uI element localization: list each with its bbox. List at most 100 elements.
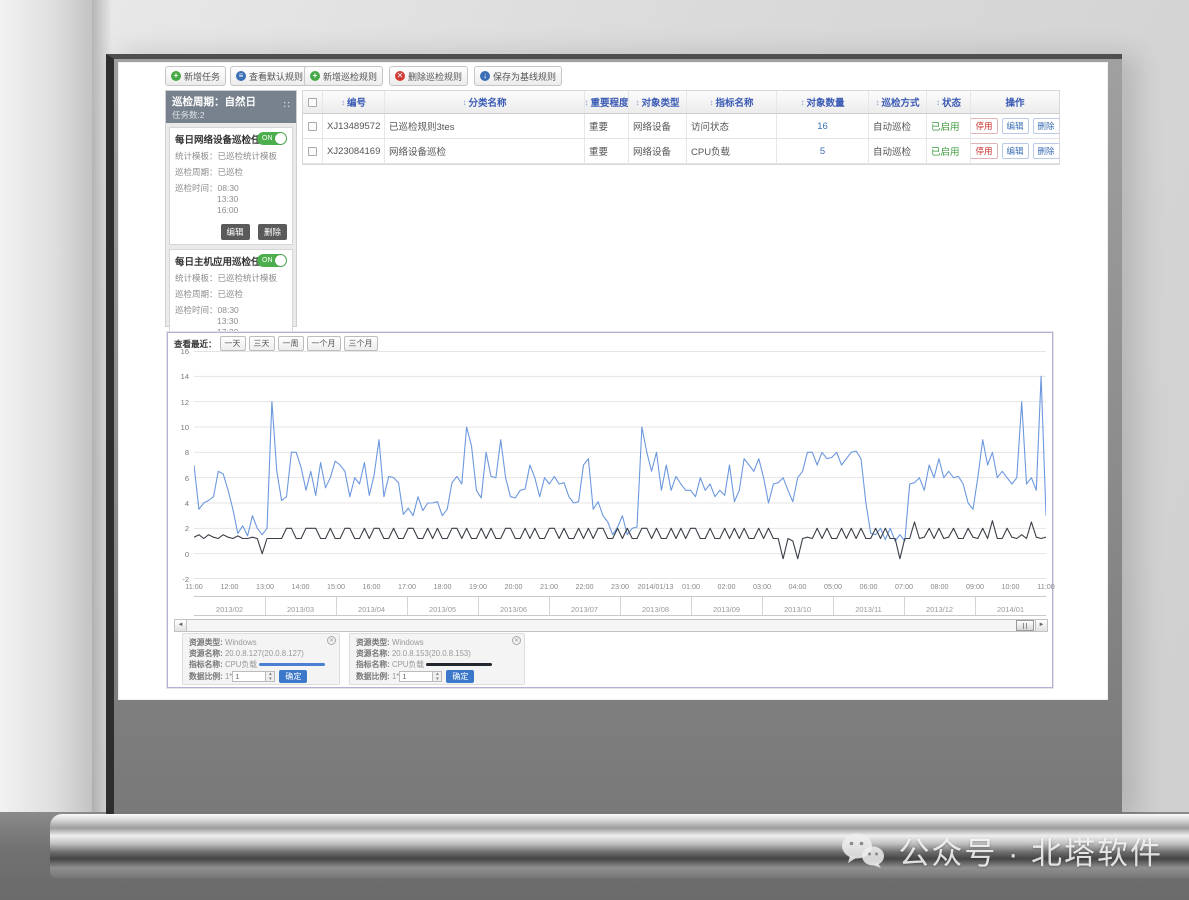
y-tick-label: 10 (181, 423, 189, 432)
delete-rule-button[interactable]: ✕ 删除巡检规则 (389, 66, 468, 86)
timeline-month-band: 2013/022013/032013/042013/052013/062013/… (194, 596, 1046, 616)
rule-count-link[interactable]: 16 (777, 114, 869, 138)
x-tick-label: 11:00 (185, 582, 202, 591)
scroll-right-arrow[interactable]: ► (1035, 620, 1047, 631)
row-checkbox[interactable] (308, 122, 317, 131)
month-label: 2013/12 (926, 605, 953, 614)
drag-handle-icon[interactable]: ∷ (284, 100, 290, 111)
edit-button[interactable]: 编辑 (1002, 143, 1029, 159)
edit-button[interactable]: 编辑 (1002, 118, 1029, 134)
header-indicator[interactable]: ↕指标名称 (687, 91, 777, 113)
range-button-3days[interactable]: 三天 (249, 336, 275, 351)
chart-panel: 查看最近： 一天 三天 一周 一个月 三个月 1614121086420-2 1… (167, 332, 1053, 688)
month-label: 2013/02 (216, 605, 243, 614)
delete-button[interactable]: 删除 (1033, 143, 1059, 159)
sort-icon: ↕ (585, 98, 589, 107)
row-checkbox[interactable] (308, 147, 317, 156)
rule-object-type: 网络设备 (629, 114, 687, 138)
rule-id: XJ13489572 (323, 114, 385, 138)
x-tick-label: 02:00 (718, 582, 736, 591)
header-importance[interactable]: ↕重要程度 (585, 91, 629, 113)
month-separator (833, 597, 834, 615)
ratio-input[interactable] (232, 671, 266, 682)
rule-method: 自动巡检 (869, 139, 927, 163)
row-checkbox-cell (303, 114, 323, 138)
task-toggle-on[interactable]: ON (257, 132, 287, 145)
rule-toolbar: + 新增巡检规则 ✕ 删除巡检规则 ↓ 保存为基线规则 (304, 66, 562, 86)
close-icon[interactable]: ✕ (512, 636, 521, 645)
toggle-knob (275, 133, 286, 144)
watermark: 公众号 · 北塔软件 (840, 828, 1163, 873)
rule-count-link[interactable]: 5 (777, 139, 869, 163)
sort-icon: ↕ (635, 98, 639, 107)
rules-table: ↕编号 ↕分类名称 ↕重要程度 ↕对象类型 ↕指标名称 ↕对象数量 ↕巡检方式 … (302, 90, 1060, 165)
table-row: XJ23084169 网络设备巡检 重要 网络设备 CPU负载 5 自动巡检 已… (303, 139, 1059, 164)
x-tick-label: 14:00 (292, 582, 310, 591)
save-baseline-button[interactable]: ↓ 保存为基线规则 (474, 66, 562, 86)
sort-icon: ↕ (709, 98, 713, 107)
timeline-scrollbar[interactable]: ◄ ► (174, 619, 1048, 632)
task-card-actions: 编辑 删除 (175, 222, 287, 240)
month-separator (407, 597, 408, 615)
toggle-knob (275, 255, 286, 266)
sidebar-button-row: + 新增任务 ≡ 查看默认规则 (165, 66, 305, 86)
plus-icon: + (310, 71, 320, 81)
y-tick-label: 0 (185, 550, 189, 559)
scroll-left-arrow[interactable]: ◄ (175, 620, 187, 631)
x-tick-label: 04:00 (789, 582, 807, 591)
view-default-rules-button[interactable]: ≡ 查看默认规则 (230, 66, 309, 86)
x-tick-label: 2014/01/13 (638, 582, 674, 591)
close-icon[interactable]: ✕ (327, 636, 336, 645)
rules-icon: ≡ (236, 71, 246, 81)
confirm-button[interactable]: 确定 (446, 670, 474, 683)
header-category[interactable]: ↕分类名称 (385, 91, 585, 113)
stepper-icon[interactable]: ▴▾ (433, 671, 442, 682)
month-label: 2013/11 (855, 605, 882, 614)
month-separator (620, 597, 621, 615)
select-all-checkbox[interactable] (308, 98, 317, 107)
y-tick-label: 14 (181, 372, 189, 381)
task-delete-button[interactable]: 删除 (258, 224, 287, 240)
x-tick-label: 07:00 (895, 582, 913, 591)
x-tick-label: 13:00 (256, 582, 274, 591)
header-id[interactable]: ↕编号 (323, 91, 385, 113)
ratio-input[interactable] (399, 671, 433, 682)
header-method[interactable]: ↕巡检方式 (869, 91, 927, 113)
header-object-type[interactable]: ↕对象类型 (629, 91, 687, 113)
scroll-handle[interactable] (1016, 620, 1034, 631)
series-color-swatch (259, 663, 325, 666)
delete-button[interactable]: 删除 (1033, 118, 1059, 134)
header-count[interactable]: ↕对象数量 (777, 91, 869, 113)
range-button-1week[interactable]: 一周 (278, 336, 304, 351)
header-actions: 操作 (971, 91, 1059, 113)
y-tick-label: 8 (185, 448, 189, 457)
series-line-1 (194, 521, 1046, 559)
task-time-row: 巡检时间：08:3013:3016:00 (175, 183, 287, 216)
task-card-network: 每日网络设备巡检任务 ON 统计模板：已巡检统计模板 巡检周期：已巡检 巡检时间… (169, 127, 293, 245)
task-edit-button[interactable]: 编辑 (221, 224, 250, 240)
month-label: 2013/04 (358, 605, 385, 614)
row-checkbox-cell (303, 139, 323, 163)
add-rule-button[interactable]: + 新增巡检规则 (304, 66, 383, 86)
x-tick-label: 05:00 (824, 582, 842, 591)
disable-button[interactable]: 停用 (971, 118, 998, 134)
month-label: 2013/08 (642, 605, 669, 614)
range-button-3months[interactable]: 三个月 (344, 336, 378, 351)
rule-importance: 重要 (585, 114, 629, 138)
new-task-button[interactable]: + 新增任务 (165, 66, 226, 86)
confirm-button[interactable]: 确定 (279, 670, 307, 683)
range-button-1day[interactable]: 一天 (220, 336, 246, 351)
x-tick-label: 15:00 (327, 582, 345, 591)
disable-button[interactable]: 停用 (971, 143, 998, 159)
header-status[interactable]: ↕状态 (927, 91, 971, 113)
rule-category: 网络设备巡检 (385, 139, 585, 163)
month-label: 2013/03 (287, 605, 314, 614)
rule-method: 自动巡检 (869, 114, 927, 138)
task-toggle-on[interactable]: ON (257, 254, 287, 267)
table-row: XJ13489572 已巡检规则3tes 重要 网络设备 访问状态 16 自动巡… (303, 114, 1059, 139)
range-button-1month[interactable]: 一个月 (307, 336, 341, 351)
rule-id: XJ23084169 (323, 139, 385, 163)
x-tick-label: 21:00 (540, 582, 558, 591)
stepper-icon[interactable]: ▴▾ (266, 671, 275, 682)
wall-left-panel (0, 0, 92, 812)
